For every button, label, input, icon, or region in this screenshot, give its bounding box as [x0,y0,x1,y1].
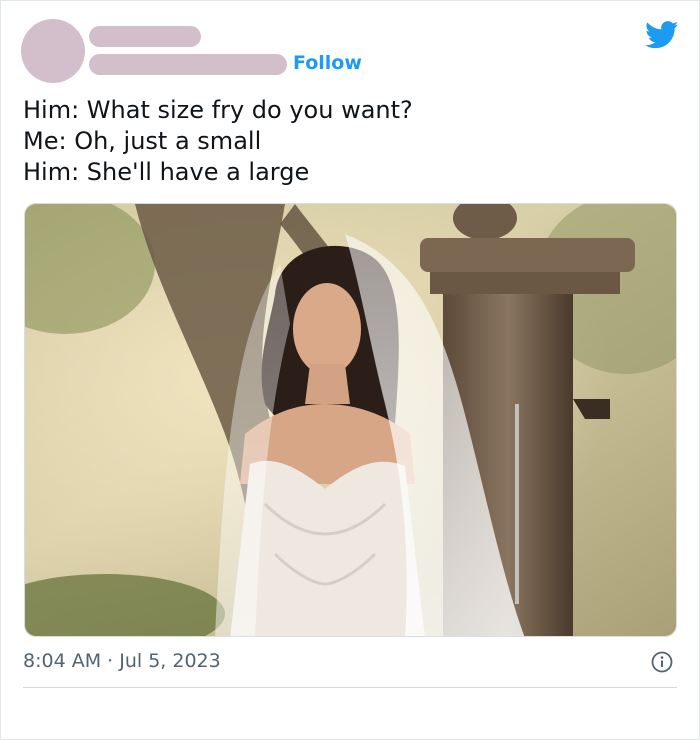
bride-photo-illustration [25,204,676,636]
tweet-card: Follow Him: What size fry do you want? M… [0,0,700,740]
tweet-date[interactable]: Jul 5, 2023 [119,650,221,672]
tweet-text: Him: What size fry do you want? Me: Oh, … [23,95,673,188]
tweet-timestamp[interactable]: 8:04 AM · Jul 5, 2023 [23,649,221,673]
avatar[interactable] [21,19,85,83]
tweet-photo[interactable] [24,203,677,637]
divider [23,687,677,688]
tweet-time[interactable]: 8:04 AM [23,650,101,672]
tweet-line: Him: She'll have a large [23,158,310,186]
info-icon[interactable] [651,651,673,673]
follow-button[interactable]: Follow [293,51,362,75]
tweet-line: Him: What size fry do you want? [23,96,413,124]
redacted-display-name[interactable] [89,26,201,47]
twitter-bird-icon[interactable] [645,21,679,49]
tweet-line: Me: Oh, just a small [23,127,262,155]
timestamp-separator: · [107,650,114,672]
redacted-username[interactable] [89,54,287,75]
